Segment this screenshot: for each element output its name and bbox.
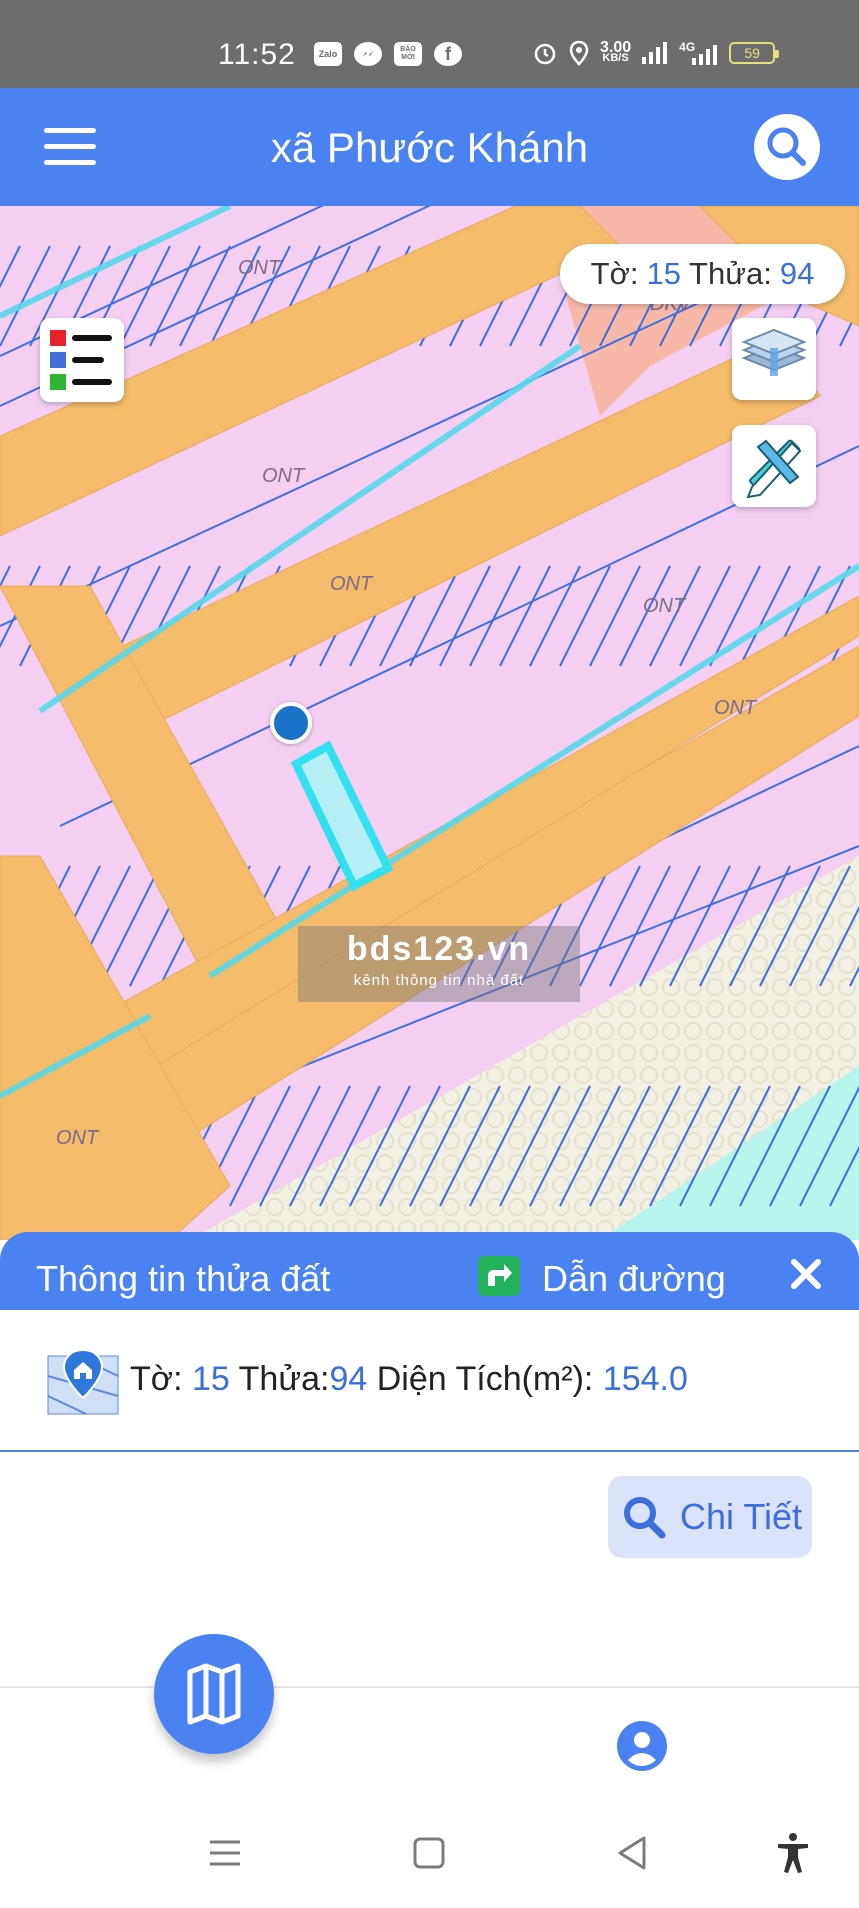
alarm-icon <box>534 43 556 65</box>
zone-label: ONT <box>56 1127 100 1149</box>
zone-label: ONT <box>262 465 306 487</box>
directions-button[interactable]: Dẫn đường <box>542 1258 726 1300</box>
sheet-label: Tờ: <box>130 1360 183 1398</box>
watermark-sub: kênh thông tin nhà đất <box>353 972 525 989</box>
battery-icon: 59 <box>729 42 780 64</box>
parcel-value: 94 <box>779 256 815 291</box>
parcel-label: Thửa: <box>689 256 772 291</box>
parcel-label: Thửa: <box>238 1360 330 1398</box>
accessibility-button[interactable] <box>770 1830 816 1876</box>
search-button[interactable] <box>754 114 820 180</box>
map-canvas[interactable]: ONT ONT ONT ONT ONT ONT DKV <box>0 206 859 1240</box>
mobile-data-indicator: 4G <box>679 40 719 66</box>
watermark-main: bds123.vn <box>346 930 532 968</box>
zone-label: ONT <box>714 697 758 719</box>
sheet-value: 15 <box>191 1360 230 1398</box>
system-navigation-bar <box>0 1800 859 1908</box>
network-speed: 3.00 KB/S <box>600 39 632 64</box>
back-icon <box>618 1836 646 1870</box>
status-time: 11:52 <box>218 38 296 71</box>
legend-button[interactable] <box>40 318 124 402</box>
measure-tool-icon <box>746 439 802 499</box>
directions-icon[interactable] <box>478 1256 520 1296</box>
recent-apps-icon <box>210 1840 240 1866</box>
zone-label: ONT <box>330 573 374 595</box>
search-icon <box>624 1497 666 1539</box>
legend-icon <box>50 330 112 390</box>
status-indicators: 3.00 KB/S 4G 59 <box>532 39 780 66</box>
page-title: xã Phước Khánh <box>270 124 589 171</box>
detail-button[interactable]: Chi Tiết <box>608 1476 812 1558</box>
watermark: bds123.vn kênh thông tin nhà đất <box>298 926 580 1002</box>
zone-label: ONT <box>643 595 687 617</box>
cadastral-map[interactable]: ONT ONT ONT ONT ONT ONT DKV <box>0 206 859 1240</box>
close-icon[interactable] <box>786 1254 826 1294</box>
profile-icon <box>617 1721 667 1771</box>
recent-apps-button[interactable] <box>202 1830 248 1876</box>
area-label: Diện Tích(m²): <box>376 1360 594 1398</box>
layers-icon <box>741 328 807 376</box>
parcel-info-row: Tờ: 15 Thửa:94 Diện Tích(m²): 154.0 <box>0 1310 859 1452</box>
location-icon <box>569 40 589 66</box>
current-location-marker <box>270 702 312 744</box>
bottom-nav-divider <box>0 1686 859 1688</box>
parcel-info-header: Thông tin thửa đất Dẫn đường <box>0 1232 859 1310</box>
app-bar: xã Phước Khánh <box>0 88 859 206</box>
parcel-value: 94 <box>329 1360 368 1398</box>
map-icon <box>187 1663 241 1725</box>
zone-label: ONT <box>238 257 282 279</box>
status-bar: 11:52 Zalo BÁO MỚI f 3.00 KB/S 4G 59 <box>0 0 859 88</box>
parcel-info-title: Thông tin thửa đất <box>36 1258 331 1299</box>
search-icon <box>767 127 806 166</box>
sheet-parcel-badge: Tờ: 15 Thửa: 94 <box>560 244 845 304</box>
profile-button[interactable] <box>616 1720 668 1772</box>
parcel-location-icon <box>46 1346 120 1416</box>
status-app-icons: Zalo BÁO MỚI f <box>314 42 462 66</box>
messenger-icon <box>354 42 382 66</box>
map-button[interactable] <box>154 1634 274 1754</box>
measure-button[interactable] <box>732 425 816 507</box>
signal-icon <box>642 42 668 64</box>
area-value: 154.0 <box>602 1360 688 1398</box>
baomoi-icon: BÁO MỚI <box>394 42 422 66</box>
back-button[interactable] <box>610 1830 656 1876</box>
zalo-icon: Zalo <box>314 42 342 66</box>
home-button[interactable] <box>406 1830 452 1876</box>
facebook-icon: f <box>434 42 462 66</box>
detail-label[interactable]: Chi Tiết <box>680 1496 802 1538</box>
parcel-summary: Tờ: 15 Thửa:94 Diện Tích(m²): 154.0 <box>130 1360 688 1399</box>
sheet-label: Tờ: <box>590 256 639 291</box>
home-icon <box>413 1837 445 1869</box>
sheet-value: 15 <box>646 256 682 291</box>
accessibility-icon <box>778 1833 808 1873</box>
layers-button[interactable] <box>732 318 816 400</box>
